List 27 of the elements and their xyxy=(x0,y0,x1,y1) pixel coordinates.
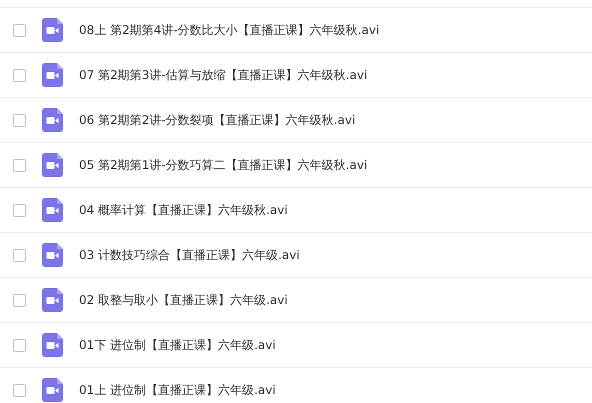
video-file-icon xyxy=(42,378,63,402)
video-file-icon xyxy=(42,18,63,42)
file-name[interactable]: 02 取整与取小【直播正课】六年级.avi xyxy=(79,292,288,308)
video-file-icon xyxy=(42,108,63,132)
video-file-icon xyxy=(42,153,63,177)
checkbox[interactable] xyxy=(13,114,26,126)
checkbox[interactable] xyxy=(13,248,26,262)
file-name[interactable]: 05 第2期第1讲-分数巧算二【直播正课】六年级秋.avi xyxy=(79,156,368,174)
file-name[interactable]: 01上 进位制【直播正课】六年级.avi xyxy=(79,382,276,398)
checkbox[interactable] xyxy=(13,384,26,396)
checkbox[interactable] xyxy=(13,294,26,306)
file-name[interactable]: 06 第2期第2讲-分数裂项【直播正课】六年级秋.avi xyxy=(79,112,356,128)
video-file-icon xyxy=(42,333,63,357)
file-name[interactable]: 03 计数技巧综合【直播正课】六年级.avi xyxy=(79,246,300,264)
video-file-icon xyxy=(42,63,63,87)
file-name[interactable]: 04 概率计算【直播正课】六年级秋.avi xyxy=(79,202,288,218)
checkbox[interactable] xyxy=(13,158,26,172)
file-name[interactable]: 08上 第2期第4讲-分数比大小【直播正课】六年级秋.avi xyxy=(79,22,380,38)
video-file-icon xyxy=(42,243,63,267)
file-name[interactable]: 07 第2期第3讲-估算与放缩【直播正课】六年级秋.avi xyxy=(79,66,368,84)
checkbox[interactable] xyxy=(13,68,26,82)
video-file-icon xyxy=(42,288,63,312)
file-name[interactable]: 01下 进位制【直播正课】六年级.avi xyxy=(79,336,276,354)
checkbox[interactable] xyxy=(13,204,26,216)
checkbox[interactable] xyxy=(13,338,26,352)
checkbox[interactable] xyxy=(13,24,26,36)
video-file-icon xyxy=(42,198,63,222)
